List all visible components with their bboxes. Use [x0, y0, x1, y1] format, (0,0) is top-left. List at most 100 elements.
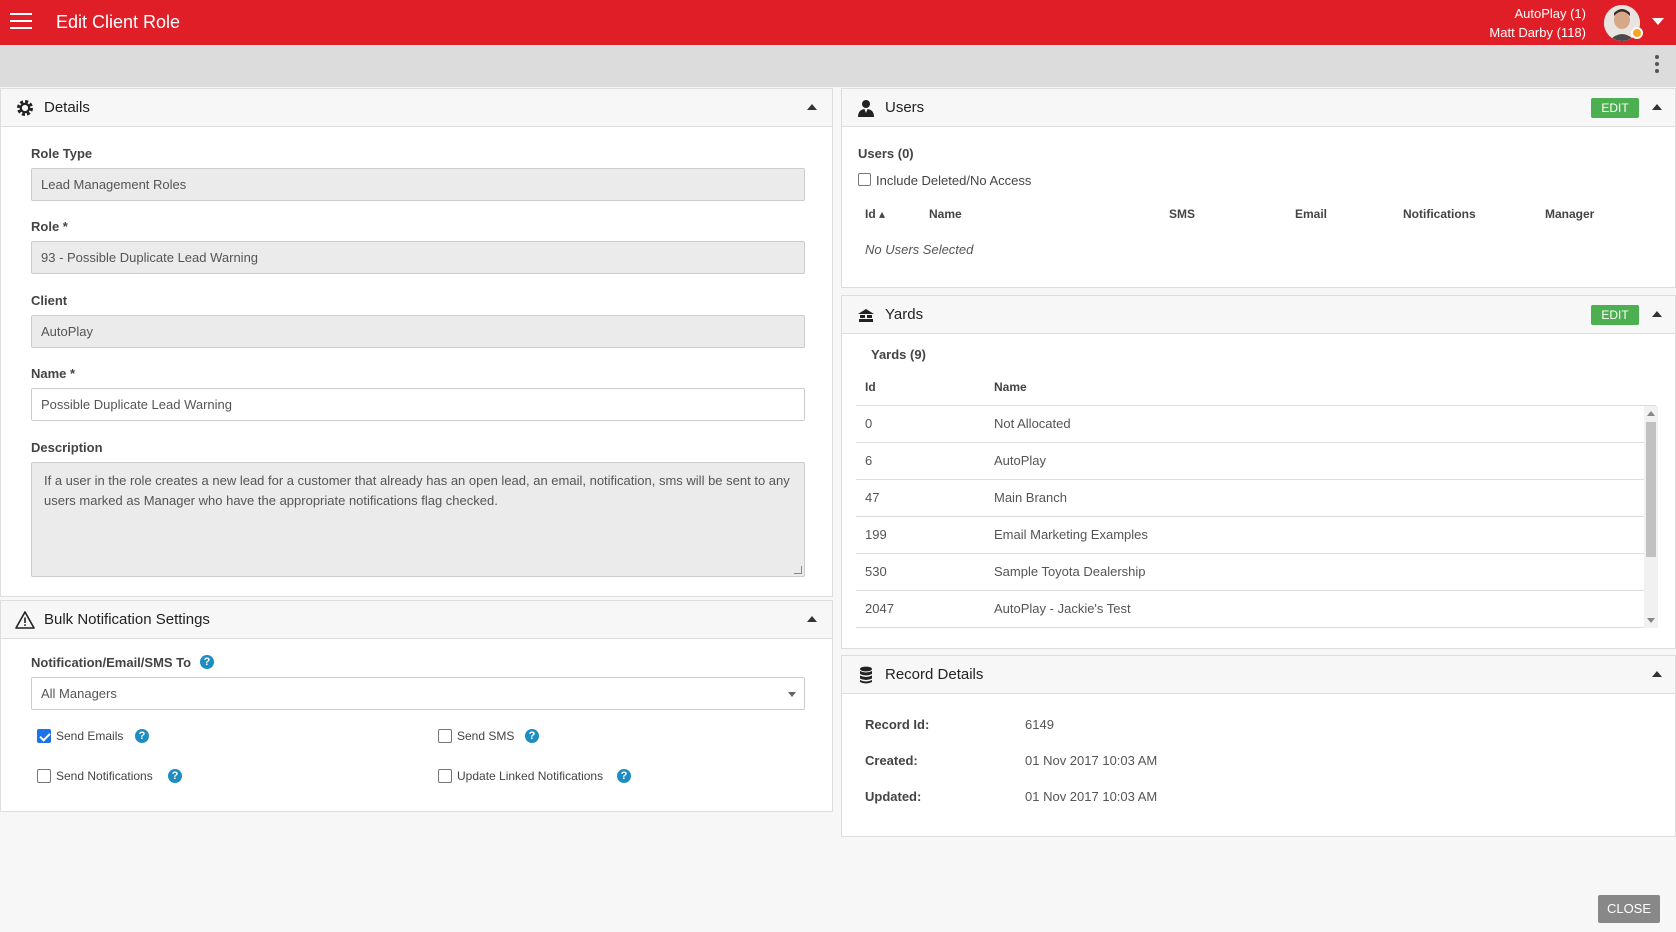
- send-notifications-checkbox[interactable]: [37, 769, 51, 783]
- hamburger-icon[interactable]: [10, 13, 32, 31]
- users-col-manager[interactable]: Manager: [1545, 207, 1594, 221]
- include-deleted-label[interactable]: Include Deleted/No Access: [876, 173, 1031, 188]
- account-client: AutoPlay (1): [1514, 6, 1586, 21]
- yard-name: AutoPlay: [994, 453, 1047, 468]
- users-col-notifications[interactable]: Notifications: [1403, 207, 1476, 221]
- top-bar: Edit Client Role AutoPlay (1) Matt Darby…: [0, 0, 1676, 45]
- updated-label: Updated:: [865, 789, 922, 804]
- users-edit-button[interactable]: EDIT: [1591, 98, 1639, 118]
- yards-title: Yards: [885, 306, 924, 323]
- collapse-arrow-icon[interactable]: [807, 104, 817, 110]
- database-icon: [860, 666, 872, 684]
- yard-id: 0: [865, 416, 873, 431]
- table-divider: [856, 516, 1656, 517]
- table-divider: [856, 479, 1656, 480]
- account-menu-caret-icon[interactable]: [1652, 18, 1664, 25]
- help-icon[interactable]: ?: [617, 769, 631, 783]
- notification-to-label: Notification/Email/SMS To: [31, 655, 192, 670]
- description-textarea[interactable]: If a user in the role creates a new lead…: [31, 462, 805, 577]
- yard-id: 199: [865, 527, 887, 542]
- role-label: Role *: [31, 219, 68, 234]
- client-field: AutoPlay: [31, 315, 805, 348]
- users-count: Users (0): [858, 146, 914, 161]
- user-icon: [858, 100, 874, 117]
- help-icon[interactable]: ?: [135, 729, 149, 743]
- status-dot: [1631, 27, 1643, 39]
- yard-name: Email Marketing Examples: [994, 527, 1148, 542]
- details-title: Details: [44, 99, 90, 116]
- collapse-arrow-icon[interactable]: [1652, 104, 1662, 110]
- collapse-arrow-icon[interactable]: [1652, 311, 1662, 317]
- users-col-email[interactable]: Email: [1295, 207, 1327, 221]
- close-button[interactable]: CLOSE: [1598, 895, 1660, 923]
- yards-edit-button[interactable]: EDIT: [1591, 305, 1639, 325]
- send-sms-label[interactable]: Send SMS: [457, 729, 514, 743]
- client-label: Client: [31, 293, 68, 308]
- yards-icon: [858, 309, 874, 322]
- role-field: 93 - Possible Duplicate Lead Warning: [31, 241, 805, 274]
- yards-col-id[interactable]: Id: [865, 380, 876, 394]
- description-label: Description: [31, 440, 103, 455]
- yard-id: 47: [865, 490, 880, 505]
- send-emails-checkbox[interactable]: [37, 729, 51, 743]
- toolbar: [0, 45, 1676, 87]
- resize-handle[interactable]: [794, 566, 802, 574]
- yard-name: Sample Toyota Dealership: [994, 564, 1146, 579]
- yard-name: AutoPlay - Jackie's Test: [994, 601, 1131, 616]
- warning-icon: [15, 611, 35, 629]
- update-linked-checkbox[interactable]: [438, 769, 452, 783]
- collapse-arrow-icon[interactable]: [807, 616, 817, 622]
- created-label: Created:: [865, 753, 918, 768]
- update-linked-label[interactable]: Update Linked Notifications: [457, 769, 603, 783]
- scroll-down-icon[interactable]: [1647, 618, 1655, 623]
- send-notifications-label[interactable]: Send Notifications: [56, 769, 153, 783]
- record-id-label: Record Id:: [865, 717, 930, 732]
- table-divider: [856, 553, 1656, 554]
- role-type-field: Lead Management Roles: [31, 168, 805, 201]
- include-deleted-checkbox[interactable]: [858, 173, 871, 186]
- account-info[interactable]: AutoPlay (1) Matt Darby (118): [1489, 4, 1586, 42]
- details-panel-header[interactable]: Details: [1, 89, 832, 127]
- yards-col-name[interactable]: Name: [994, 380, 1027, 394]
- record-title: Record Details: [885, 666, 984, 683]
- yards-scrollbar[interactable]: [1644, 406, 1658, 628]
- scroll-thumb[interactable]: [1646, 422, 1656, 557]
- users-col-name[interactable]: Name: [929, 207, 962, 221]
- help-icon[interactable]: ?: [525, 729, 539, 743]
- kebab-icon[interactable]: [1654, 55, 1660, 77]
- description-text: If a user in the role creates a new lead…: [44, 473, 790, 508]
- created-value: 01 Nov 2017 10:03 AM: [1025, 753, 1158, 768]
- notification-to-select[interactable]: All Managers: [31, 677, 805, 710]
- yards-count: Yards (9): [871, 347, 926, 362]
- updated-value: 01 Nov 2017 10:03 AM: [1025, 789, 1158, 804]
- yard-id: 530: [865, 564, 887, 579]
- bulk-notification-panel: Bulk Notification Settings Notification/…: [0, 600, 833, 812]
- users-title: Users: [885, 99, 925, 116]
- users-panel-header[interactable]: Users EDIT: [842, 89, 1675, 127]
- send-sms-checkbox[interactable]: [438, 729, 452, 743]
- users-col-id[interactable]: Id ▴: [865, 207, 885, 221]
- yard-id: 2047: [865, 601, 894, 616]
- users-empty-message: No Users Selected: [865, 242, 974, 257]
- bulk-panel-header[interactable]: Bulk Notification Settings: [1, 601, 832, 639]
- yard-id: 6: [865, 453, 873, 468]
- name-input[interactable]: Possible Duplicate Lead Warning: [31, 388, 805, 421]
- users-col-sms[interactable]: SMS: [1169, 207, 1195, 221]
- yards-panel: Yards EDIT Yards (9) Id Name 0 Not Alloc…: [841, 295, 1676, 649]
- collapse-arrow-icon[interactable]: [1652, 671, 1662, 677]
- chevron-down-icon: [788, 692, 796, 697]
- record-panel-header[interactable]: Record Details: [842, 656, 1675, 694]
- table-divider: [856, 590, 1656, 591]
- help-icon[interactable]: ?: [200, 655, 214, 669]
- notification-to-value: All Managers: [41, 686, 117, 701]
- record-id-value: 6149: [1025, 717, 1054, 732]
- table-divider: [856, 442, 1656, 443]
- page-title: Edit Client Role: [56, 12, 181, 32]
- details-panel: Details Role Type Lead Management Roles …: [0, 88, 833, 597]
- help-icon[interactable]: ?: [168, 769, 182, 783]
- scroll-up-icon[interactable]: [1647, 411, 1655, 416]
- yards-panel-header[interactable]: Yards EDIT: [842, 296, 1675, 334]
- table-divider: [856, 405, 1656, 406]
- yard-name: Main Branch: [994, 490, 1067, 505]
- send-emails-label[interactable]: Send Emails: [56, 729, 123, 743]
